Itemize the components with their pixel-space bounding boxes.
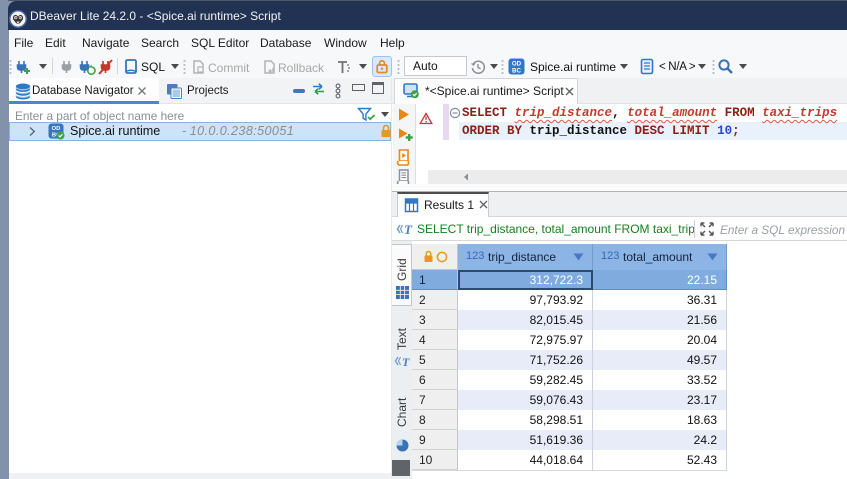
svg-text:OD: OD: [512, 61, 522, 68]
svg-text:BC: BC: [512, 68, 521, 75]
svg-text:OD: OD: [52, 126, 61, 132]
svg-text:T: T: [404, 222, 413, 237]
svg-text:T: T: [402, 355, 410, 369]
